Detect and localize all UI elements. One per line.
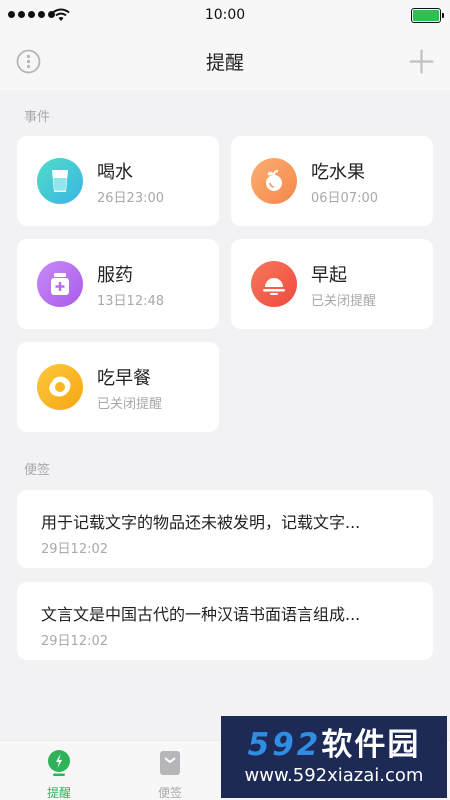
- sunrise-icon: [251, 261, 297, 307]
- page-title: 提醒: [205, 52, 244, 74]
- event-card-drink-water[interactable]: 喝水 26日23:00: [17, 136, 219, 226]
- status-time: 10:00: [204, 7, 246, 23]
- events-section-label: 事件: [24, 110, 51, 125]
- tab-label: 提醒: [46, 786, 71, 800]
- water-glass-icon: [37, 158, 83, 204]
- navigation-bar: 提醒: [0, 32, 450, 90]
- tab-reminders[interactable]: 提醒: [29, 749, 89, 800]
- event-card-wake-up[interactable]: 早起 已关闭提醒: [231, 239, 433, 329]
- status-bar: 10:00: [0, 0, 450, 32]
- fruit-icon: [251, 158, 297, 204]
- notes-section-label: 便签: [24, 463, 51, 478]
- note-time: 29日12:02: [41, 634, 109, 649]
- event-card-eat-fruit[interactable]: 吃水果 06日07:00: [231, 136, 433, 226]
- watermark-number: 592: [247, 726, 322, 763]
- event-card-take-medicine[interactable]: 服药 13日12:48: [17, 239, 219, 329]
- note-text: 用于记载文字的物品还未被发明，记载文字...: [41, 513, 361, 532]
- event-title: 早起: [311, 265, 347, 286]
- event-status: 已关闭提醒: [311, 294, 377, 309]
- note-text: 文言文是中国古代的一种汉语书面语言组成...: [41, 605, 361, 624]
- watermark-url: www.592xiazai.com: [244, 765, 424, 787]
- event-title: 吃水果: [311, 162, 365, 183]
- battery-icon: [411, 8, 444, 23]
- tab-notes[interactable]: 便签: [140, 749, 200, 800]
- event-title: 吃早餐: [97, 368, 151, 389]
- battery-level: [413, 10, 439, 21]
- fried-egg-icon: [37, 364, 83, 410]
- event-card-breakfast[interactable]: 吃早餐 已关闭提醒: [17, 342, 219, 432]
- event-status: 已关闭提醒: [97, 397, 163, 412]
- note-time: 29日12:02: [41, 542, 109, 557]
- watermark-name: 软件园: [321, 726, 421, 763]
- tab-label: 便签: [157, 786, 182, 800]
- event-title: 服药: [97, 265, 133, 286]
- plus-icon[interactable]: [409, 49, 434, 74]
- note-card[interactable]: 文言文是中国古代的一种汉语书面语言组成... 29日12:02: [17, 582, 433, 660]
- watermark-title: 592软件园: [248, 728, 421, 762]
- watermark-logo: 592软件园 www.592xiazai.com: [221, 716, 447, 798]
- event-time: 06日07:00: [311, 191, 379, 206]
- event-time: 26日23:00: [97, 191, 165, 206]
- medicine-bottle-icon: [37, 261, 83, 307]
- notes-icon: [160, 751, 180, 775]
- reminder-icon: [48, 750, 70, 776]
- note-card[interactable]: 用于记载文字的物品还未被发明，记载文字... 29日12:02: [17, 490, 433, 568]
- event-title: 喝水: [97, 162, 133, 183]
- event-time: 13日12:48: [97, 294, 165, 309]
